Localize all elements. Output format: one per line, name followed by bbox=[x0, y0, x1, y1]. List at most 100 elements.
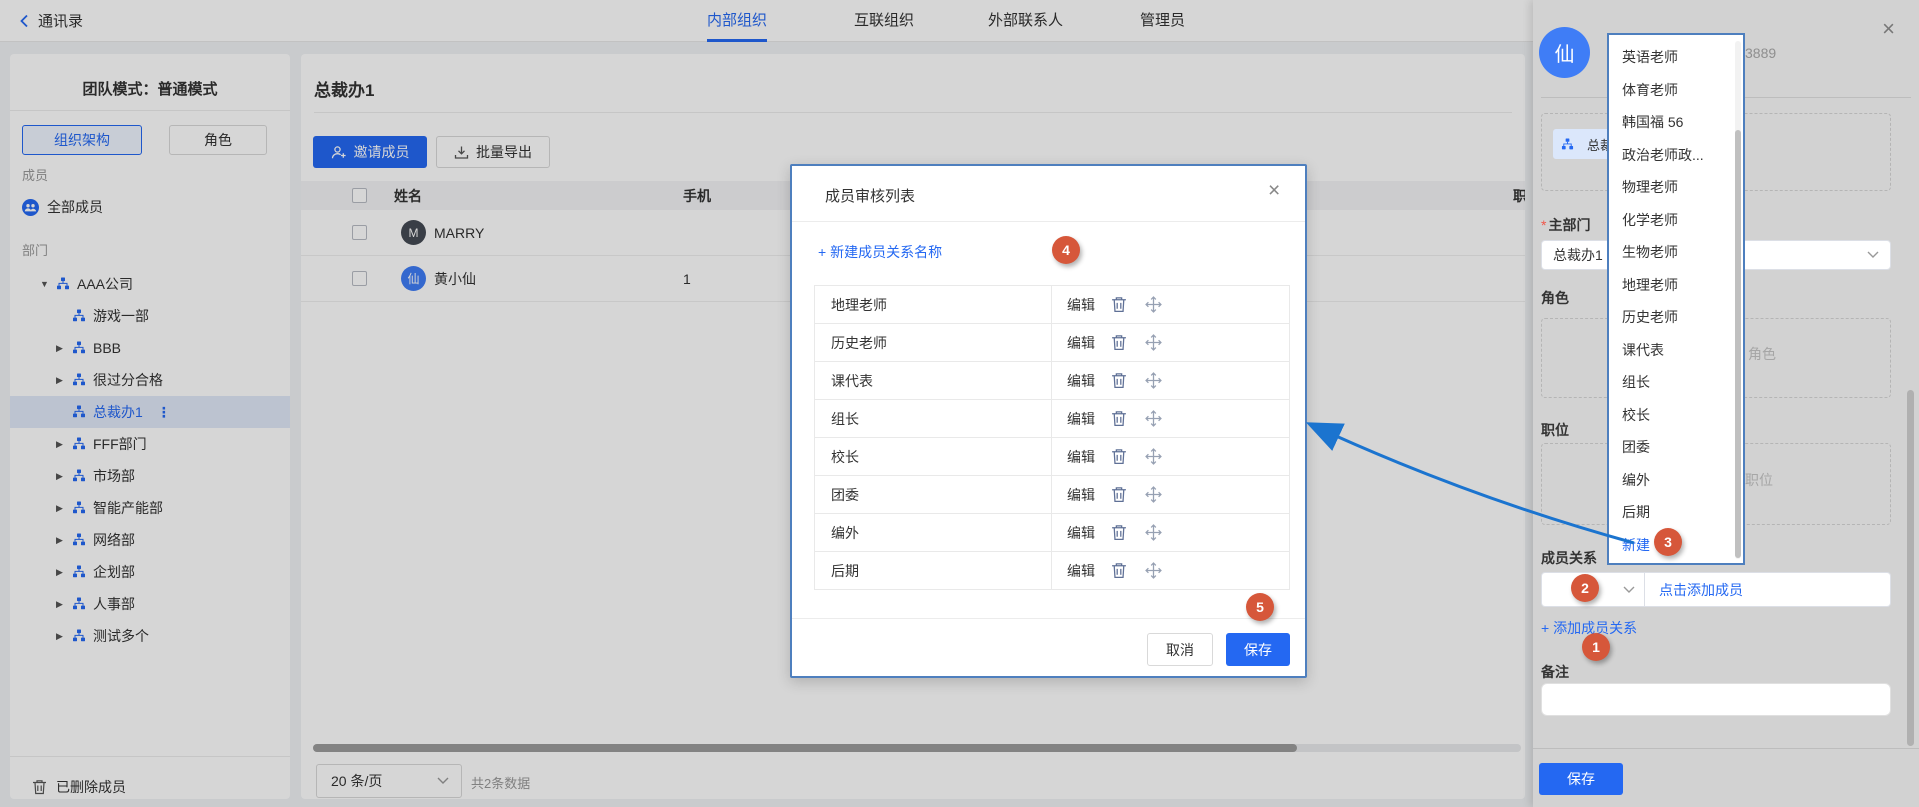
relation-name: 地理老师 bbox=[831, 295, 887, 315]
divider bbox=[792, 618, 1305, 619]
divider bbox=[1051, 286, 1052, 323]
relation-name: 历史老师 bbox=[831, 333, 887, 353]
relation-name: 团委 bbox=[831, 485, 859, 505]
drag-move-icon[interactable] bbox=[1145, 410, 1162, 432]
dropdown-item[interactable]: 历史老师 bbox=[1609, 301, 1743, 334]
divider bbox=[1051, 438, 1052, 475]
divider bbox=[1051, 552, 1052, 589]
close-icon[interactable]: × bbox=[1268, 180, 1280, 201]
relation-name: 编外 bbox=[831, 523, 859, 543]
drag-move-icon[interactable] bbox=[1145, 372, 1162, 394]
annotation-badge-5: 5 bbox=[1246, 593, 1274, 621]
delete-icon[interactable] bbox=[1111, 448, 1127, 470]
role-placeholder-fragment: 角色 bbox=[1748, 344, 1776, 364]
primary-dept-value: 总裁办1 bbox=[1553, 245, 1603, 265]
divider bbox=[1051, 362, 1052, 399]
relation-list: 地理老师 编辑 历史老师 编辑 课代表 编辑 bbox=[814, 285, 1290, 590]
delete-icon[interactable] bbox=[1111, 410, 1127, 432]
relation-row: 组长 编辑 bbox=[815, 400, 1289, 438]
member-review-modal: 成员审核列表 × + 新建成员关系名称 地理老师 编辑 历史老师 编辑 课代表 bbox=[790, 164, 1307, 678]
modal-save-button[interactable]: 保存 bbox=[1226, 633, 1290, 666]
drawer-save-button[interactable]: 保存 bbox=[1539, 763, 1623, 795]
dropdown-item[interactable]: 后期 bbox=[1609, 496, 1743, 529]
dropdown-item[interactable]: 英语老师 bbox=[1609, 41, 1743, 74]
relation-name: 校长 bbox=[831, 447, 859, 467]
relation-name: 后期 bbox=[831, 561, 859, 581]
annotation-badge-3: 3 bbox=[1654, 528, 1682, 556]
dropdown-scrollbar-thumb[interactable] bbox=[1735, 130, 1741, 558]
delete-icon[interactable] bbox=[1111, 524, 1127, 546]
relation-row: 地理老师 编辑 bbox=[815, 286, 1289, 324]
drag-move-icon[interactable] bbox=[1145, 524, 1162, 546]
position-label: 职位 bbox=[1541, 420, 1569, 440]
dropdown-item[interactable]: 组长 bbox=[1609, 366, 1743, 399]
edit-link[interactable]: 编辑 bbox=[1067, 409, 1095, 429]
delete-icon[interactable] bbox=[1111, 334, 1127, 356]
position-placeholder-fragment: 职位 bbox=[1745, 470, 1773, 490]
divider bbox=[1051, 324, 1052, 361]
divider bbox=[1051, 514, 1052, 551]
delete-icon[interactable] bbox=[1111, 372, 1127, 394]
relation-member-box: 点击添加成员 bbox=[1645, 572, 1891, 607]
close-icon[interactable]: × bbox=[1882, 18, 1895, 40]
dropdown-item[interactable]: 物理老师 bbox=[1609, 171, 1743, 204]
dropdown-item[interactable]: 韩国福 56 bbox=[1609, 106, 1743, 139]
relation-name: 组长 bbox=[831, 409, 859, 429]
drag-move-icon[interactable] bbox=[1145, 296, 1162, 318]
primary-dept-label: *主部门 bbox=[1541, 215, 1590, 235]
avatar: 仙 bbox=[1539, 27, 1590, 78]
dropdown-item[interactable]: 编外 bbox=[1609, 464, 1743, 497]
add-member-link[interactable]: 点击添加成员 bbox=[1659, 580, 1743, 600]
divider bbox=[1051, 400, 1052, 437]
edit-link[interactable]: 编辑 bbox=[1067, 485, 1095, 505]
relation-label: 成员关系 bbox=[1541, 548, 1597, 568]
member-phone-fragment: 3889 bbox=[1745, 45, 1776, 61]
chevron-down-icon bbox=[1867, 251, 1879, 259]
dropdown-item[interactable]: 生物老师 bbox=[1609, 236, 1743, 269]
edit-link[interactable]: 编辑 bbox=[1067, 447, 1095, 467]
drag-move-icon[interactable] bbox=[1145, 334, 1162, 356]
dropdown-item[interactable]: 课代表 bbox=[1609, 334, 1743, 367]
new-relation-link[interactable]: + 新建成员关系名称 bbox=[818, 242, 942, 262]
annotation-badge-4: 4 bbox=[1052, 236, 1080, 264]
dropdown-item[interactable]: 校长 bbox=[1609, 399, 1743, 432]
relation-name: 课代表 bbox=[831, 371, 873, 391]
edit-link[interactable]: 编辑 bbox=[1067, 561, 1095, 581]
dropdown-item[interactable]: 体育老师 bbox=[1609, 74, 1743, 107]
remark-label: 备注 bbox=[1541, 662, 1569, 682]
required-mark: * bbox=[1541, 217, 1546, 233]
delete-icon[interactable] bbox=[1111, 562, 1127, 584]
relation-row: 历史老师 编辑 bbox=[815, 324, 1289, 362]
edit-link[interactable]: 编辑 bbox=[1067, 523, 1095, 543]
modal-title: 成员审核列表 bbox=[825, 185, 915, 206]
relation-row: 团委 编辑 bbox=[815, 476, 1289, 514]
remark-input[interactable] bbox=[1541, 683, 1891, 716]
department-icon bbox=[1561, 138, 1574, 151]
relation-row: 课代表 编辑 bbox=[815, 362, 1289, 400]
drawer-scrollbar-thumb[interactable] bbox=[1907, 390, 1914, 746]
dropdown-item[interactable]: 地理老师 bbox=[1609, 269, 1743, 302]
delete-icon[interactable] bbox=[1111, 296, 1127, 318]
drag-move-icon[interactable] bbox=[1145, 562, 1162, 584]
relation-row: 编外 编辑 bbox=[815, 514, 1289, 552]
drag-move-icon[interactable] bbox=[1145, 448, 1162, 470]
relation-row: 校长 编辑 bbox=[815, 438, 1289, 476]
edit-link[interactable]: 编辑 bbox=[1067, 333, 1095, 353]
relation-row: 后期 编辑 bbox=[815, 552, 1289, 590]
annotation-badge-2: 2 bbox=[1571, 574, 1599, 602]
edit-link[interactable]: 编辑 bbox=[1067, 371, 1095, 391]
modal-cancel-button[interactable]: 取消 bbox=[1147, 633, 1213, 666]
dropdown-items: 英语老师体育老师韩国福 56政治老师政...物理老师化学老师生物老师地理老师历史… bbox=[1609, 41, 1743, 561]
divider bbox=[1533, 748, 1919, 749]
divider bbox=[1051, 476, 1052, 513]
edit-link[interactable]: 编辑 bbox=[1067, 295, 1095, 315]
divider bbox=[792, 221, 1305, 222]
dropdown-item[interactable]: 团委 bbox=[1609, 431, 1743, 464]
drag-move-icon[interactable] bbox=[1145, 486, 1162, 508]
dropdown-item[interactable]: 政治老师政... bbox=[1609, 139, 1743, 172]
delete-icon[interactable] bbox=[1111, 486, 1127, 508]
dropdown-item[interactable]: 化学老师 bbox=[1609, 204, 1743, 237]
annotation-badge-1: 1 bbox=[1582, 633, 1610, 661]
role-label: 角色 bbox=[1541, 288, 1569, 308]
relation-dropdown: 英语老师体育老师韩国福 56政治老师政...物理老师化学老师生物老师地理老师历史… bbox=[1607, 33, 1745, 565]
